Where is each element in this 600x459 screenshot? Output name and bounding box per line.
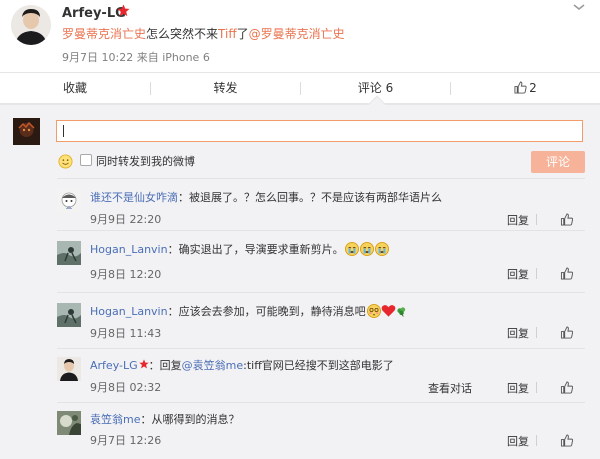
comment-action-divider [536, 435, 537, 446]
repost-checkbox[interactable] [80, 154, 92, 166]
comment-divider [57, 292, 585, 293]
post-meta: 9月7日 10:22 来自 iPhone 6 [62, 49, 210, 65]
comment-body: 应该会去参加，可能晚到，静待消息吧 [178, 305, 366, 318]
comment-avatar[interactable] [57, 241, 81, 265]
thumbs-up-icon[interactable] [560, 213, 574, 226]
reply-button[interactable]: 回复 [507, 325, 529, 341]
comment-time: 9月8日 12:20 [90, 268, 162, 281]
see-conversation-button[interactable]: 查看对话 [428, 380, 472, 396]
comment-divider [57, 348, 585, 349]
comment-user[interactable]: Hogan_Lanvin [90, 305, 168, 318]
comment-avatar[interactable] [57, 303, 81, 327]
mention-link[interactable]: @罗曼蒂克消亡史 [249, 27, 345, 41]
tiff-link[interactable]: Tiff [218, 27, 237, 41]
comment-body: 被退展了。？怎么回事。？不是应该有两部华语片么 [189, 191, 442, 204]
like-count: 2 [529, 81, 537, 95]
comment-time: 9月8日 11:43 [90, 327, 162, 340]
post-text: 罗曼蒂克消亡史怎么突然不来Tiff了@罗曼蒂克消亡史 [62, 25, 345, 42]
author-avatar[interactable] [11, 5, 51, 45]
crying-emoji-icon [344, 242, 359, 256]
comment-body: :tiff官网已经搜不到这部电影了 [243, 359, 394, 372]
submit-comment-button[interactable]: 评论 [531, 151, 585, 173]
vip-star-icon [138, 359, 149, 369]
post-text-le: 了 [236, 27, 249, 41]
comment-action-divider [536, 268, 537, 279]
repost-checkbox-label: 同时转发到我的微博 [96, 155, 195, 168]
crying-emoji-icon [359, 242, 374, 256]
smile-icon[interactable] [58, 154, 73, 169]
comment-action-divider [536, 214, 537, 225]
reply-button[interactable]: 回复 [507, 266, 529, 282]
comment-sep: ： [178, 191, 189, 204]
comment-user[interactable]: 袁笠翁me [90, 413, 140, 426]
comment-time: 9月8日 02:32 [90, 381, 162, 394]
repost-button[interactable]: 转发 [151, 73, 300, 103]
comment-user[interactable]: Hogan_Lanvin [90, 243, 168, 256]
like-button[interactable]: 2 [451, 73, 600, 103]
chevron-down-icon[interactable] [572, 2, 586, 12]
reply-button[interactable]: 回复 [507, 433, 529, 449]
comment-text: Arfey-LG ：回复@袁笠翁me:tiff官网已经搜不到这部电影了 [90, 357, 394, 373]
thumbs-up-icon[interactable] [560, 434, 574, 447]
crying-emoji-icon [374, 242, 389, 256]
thumbs-up-icon[interactable] [560, 326, 574, 339]
comment-divider [57, 402, 585, 403]
comment-text: Hogan_Lanvin：确实退出了，导演要求重新剪片。 [90, 241, 389, 257]
text-caret [63, 125, 64, 137]
thumbs-up-icon [514, 81, 527, 94]
comment-action-divider [536, 327, 537, 338]
comment-body: 确实退出了，导演要求重新剪片。 [178, 243, 344, 256]
vip-star-icon[interactable] [117, 4, 130, 17]
comment-text: 谁还不是仙女咋滴：被退展了。？怎么回事。？不是应该有两部华语片么 [90, 189, 442, 205]
comment-text: 袁笠翁me：从哪得到的消息？ [90, 411, 239, 427]
post-text-middle: 怎么突然不来 [146, 27, 219, 41]
action-bar: 收藏 转发 评论 6 2 [0, 72, 600, 104]
weibo-post: Arfey-LG 罗曼蒂克消亡史怎么突然不来Tiff了@罗曼蒂克消亡史 9月7日… [0, 0, 600, 69]
comment-mention[interactable]: @袁笠翁me [182, 359, 243, 372]
comment-avatar[interactable] [57, 189, 81, 213]
comment-sep: ： [140, 413, 152, 426]
comment-sep: ：回复 [148, 359, 182, 372]
shy-emoji-icon [366, 304, 381, 318]
reply-button[interactable]: 回复 [507, 212, 529, 228]
comment-body: 从哪得到的消息？ [151, 413, 240, 426]
comment-time: 9月7日 12:26 [90, 434, 162, 447]
comment-avatar[interactable] [57, 357, 81, 381]
comment-user[interactable]: 谁还不是仙女咋滴 [90, 191, 178, 204]
comment-action-divider [536, 382, 537, 393]
comment-user[interactable]: Arfey-LG [90, 359, 138, 372]
favorite-button[interactable]: 收藏 [0, 73, 150, 103]
comment-avatar[interactable] [57, 411, 81, 435]
comment-divider [57, 230, 585, 231]
comment-divider [57, 178, 585, 179]
post-source: 来自 iPhone 6 [136, 51, 210, 64]
leaf-icon [396, 307, 405, 317]
my-avatar[interactable] [13, 118, 40, 145]
thumbs-up-icon[interactable] [560, 381, 574, 394]
comment-time: 9月9日 22:20 [90, 213, 162, 226]
topic-link[interactable]: 罗曼蒂克消亡史 [62, 27, 146, 41]
comment-text: Hogan_Lanvin：应该会去参加，可能晚到，静待消息吧 [90, 303, 407, 319]
post-date[interactable]: 9月7日 10:22 [62, 51, 133, 64]
comment-panel: 同时转发到我的微博 评论 谁还不是仙女咋滴：被退展了。？怎么回事。？不是应该有两… [0, 95, 600, 459]
reply-button[interactable]: 回复 [507, 380, 529, 396]
thumbs-up-icon[interactable] [560, 267, 574, 280]
comment-sep: ： [167, 243, 179, 256]
comment-sep: ： [167, 305, 179, 318]
comment-input[interactable] [56, 120, 583, 142]
heart-icon [381, 305, 395, 317]
